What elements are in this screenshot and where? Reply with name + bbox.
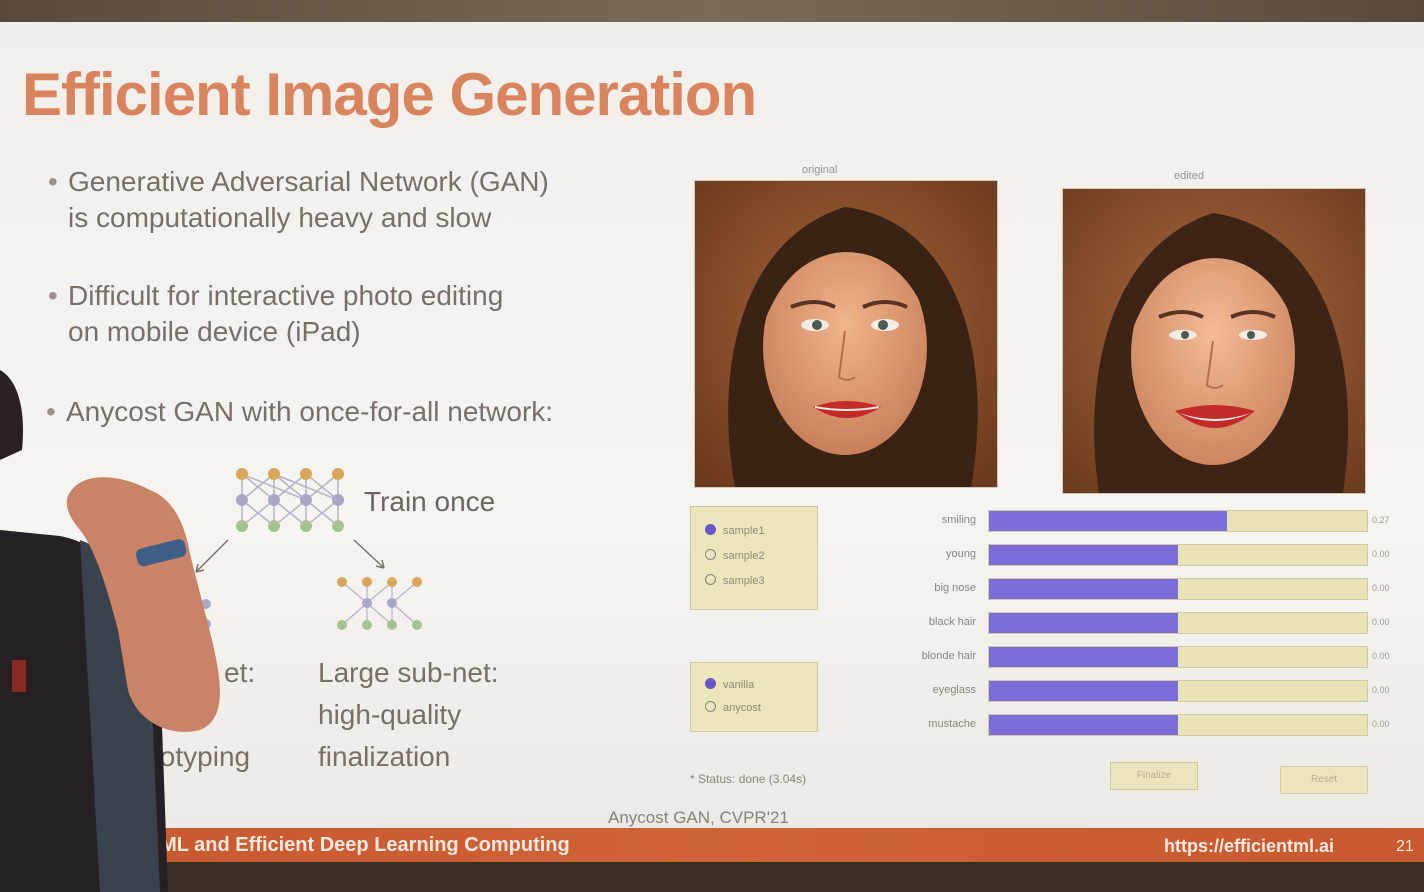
attribute-slider-label: blonde hair [921, 650, 976, 662]
sample-radio-3[interactable]: sample3 [705, 574, 765, 587]
large-subnet-line3: finalization [318, 741, 451, 772]
mode-radio-anycost[interactable]: anycost [705, 701, 761, 714]
attribute-slider-fill [989, 511, 1228, 531]
bullet-gan-line2: is computationally heavy and slow [68, 202, 492, 233]
sample-selector: sample1 sample2 sample3 [690, 506, 818, 610]
attribute-slider-readout: 0.00 [1372, 549, 1390, 559]
radio-unselected-icon [705, 701, 716, 712]
citation: Anycost GAN, CVPR'21 [608, 808, 789, 827]
attribute-slider[interactable] [988, 510, 1368, 532]
face-illustration [695, 181, 997, 487]
bullet-mobile-line1: Difficult for interactive photo editing [68, 280, 504, 311]
attribute-slider-row: big nose 0.00 [902, 578, 1422, 600]
sample-radio-1[interactable]: sample1 [705, 524, 765, 537]
large-subnet-line1: Large sub-net: [318, 657, 499, 688]
attribute-slider-fill [989, 579, 1178, 599]
page-number: 21 [1396, 838, 1414, 855]
attribute-slider-fill [989, 715, 1178, 735]
attribute-slider-readout: 0.00 [1372, 583, 1390, 593]
bullet-dot: • [48, 280, 58, 311]
mode-radio-vanilla[interactable]: vanilla [705, 678, 754, 691]
attribute-slider[interactable] [988, 612, 1368, 634]
attribute-slider[interactable] [988, 578, 1368, 600]
radio-selected-icon [705, 678, 716, 689]
radio-selected-icon [705, 524, 716, 535]
mode-radio-label: vanilla [723, 679, 755, 691]
sample-radio-label: sample2 [723, 550, 765, 562]
attribute-slider-label: mustache [928, 718, 976, 730]
sample-radio-2[interactable]: sample2 [705, 549, 765, 562]
large-subnet-nodes [337, 577, 422, 630]
attribute-slider-fill [989, 613, 1178, 633]
radio-unselected-icon [705, 574, 716, 585]
full-network [241, 473, 339, 527]
bullet-gan-line1: Generative Adversarial Network (GAN) [68, 166, 549, 197]
attribute-slider-row: young 0.00 [902, 544, 1422, 566]
presenter-silhouette [0, 370, 220, 892]
attribute-slider-readout: 0.00 [1372, 617, 1390, 627]
attribute-slider[interactable] [988, 714, 1368, 736]
attribute-slider-label: eyeglass [932, 684, 976, 696]
attribute-slider-readout: 0.00 [1372, 719, 1390, 729]
course-url: https://efficientml.ai [1164, 836, 1335, 856]
attribute-slider-label: young [946, 548, 976, 560]
sample-radio-label: sample1 [723, 525, 765, 537]
mode-radio-label: anycost [723, 702, 761, 714]
radio-unselected-icon [705, 549, 716, 560]
attribute-slider-readout: 0.27 [1372, 515, 1390, 525]
room-top-band [0, 0, 1424, 22]
large-subnet-line2: high-quality [318, 699, 462, 730]
attribute-slider-label: big nose [934, 582, 976, 594]
attribute-slider-row: mustache 0.00 [902, 714, 1422, 736]
attribute-slider-fill [989, 681, 1178, 701]
status-text: * Status: done (3.04s) [690, 772, 807, 786]
large-subnet [341, 581, 418, 626]
attribute-slider-label: black hair [928, 616, 976, 628]
attribute-slider-readout: 0.00 [1372, 651, 1390, 661]
attribute-slider-row: smiling 0.27 [902, 510, 1422, 532]
face-illustration-edited [1063, 189, 1365, 493]
attribute-slider[interactable] [988, 680, 1368, 702]
attribute-slider-row: black hair 0.00 [902, 612, 1422, 634]
finalize-button[interactable]: Finalize [1110, 762, 1198, 790]
mode-selector: vanilla anycost [690, 662, 818, 732]
attribute-slider[interactable] [988, 646, 1368, 668]
sample-radio-label: sample3 [723, 575, 765, 587]
train-once-label: Train once [364, 486, 496, 517]
arrow-right [353, 539, 385, 569]
attribute-slider-fill [989, 545, 1178, 565]
attribute-slider-label: smiling [941, 514, 976, 526]
original-face-image [694, 180, 998, 488]
bullet-gan: • Generative Adversarial Network (GAN) i… [48, 164, 549, 236]
reset-button[interactable]: Reset [1280, 766, 1368, 794]
attribute-slider-readout: 0.00 [1372, 685, 1390, 695]
attribute-slider-row: eyeglass 0.00 [902, 680, 1422, 702]
large-subnet-caption: Large sub-net: high-quality finalization [318, 652, 499, 778]
edited-face-image [1062, 188, 1366, 494]
attribute-slider[interactable] [988, 544, 1368, 566]
original-label: original [802, 164, 838, 176]
bullet-dot: • [48, 166, 58, 197]
edited-label: edited [1174, 170, 1204, 182]
slide-title: Efficient Image Generation [22, 61, 757, 128]
attribute-slider-row: blonde hair 0.00 [902, 646, 1422, 668]
attribute-slider-fill [989, 647, 1178, 667]
